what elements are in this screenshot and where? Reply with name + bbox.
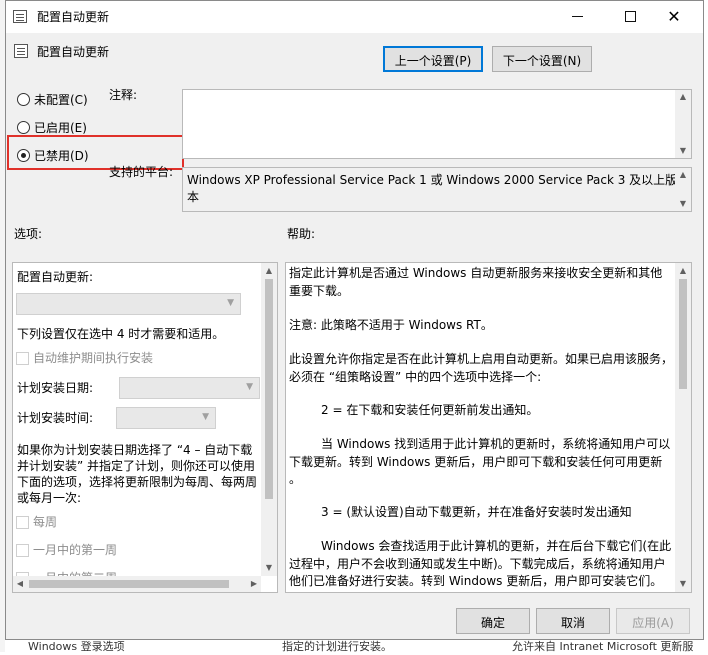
scroll-down-icon[interactable]: ▼ bbox=[675, 145, 691, 157]
first-week-checkbox[interactable] bbox=[16, 544, 29, 557]
help-p7-line3: 他们已准备好进行安装。转到 Windows 更新后，用户即可安装它们。 bbox=[289, 574, 663, 588]
help-label: 帮助: bbox=[287, 227, 316, 241]
scroll-up-icon[interactable]: ▲ bbox=[675, 91, 691, 103]
options-desc-1: 如果你为计划安装日期选择了 “4 – 自动下载 bbox=[17, 443, 253, 457]
help-p2: 注意: 此策略不适用于 Windows RT。 bbox=[289, 318, 493, 332]
setting-icon bbox=[14, 44, 28, 58]
schedule-time-label: 计划安装时间: bbox=[17, 411, 94, 425]
cancel-button[interactable]: 取消 bbox=[536, 608, 610, 634]
help-p6: 3 = (默认设置)自动下载更新，并在准备好安装时发出通知 bbox=[321, 505, 632, 519]
options-label: 选项: bbox=[14, 227, 43, 241]
background-left-item: Windows 登录选项 bbox=[28, 640, 125, 653]
previous-setting-button[interactable]: 上一个设置(P) bbox=[383, 46, 483, 72]
policy-dialog: 配置自动更新 ✕ 配置自动更新 上一个设置(P) 下一个设置(N) 未配置(C)… bbox=[5, 0, 704, 640]
options-desc-3: 下面的选项，选择将更新限制为每周、每两周 bbox=[17, 475, 258, 489]
radio-not-configured[interactable]: 未配置(C) bbox=[16, 91, 116, 109]
comment-label: 注释: bbox=[109, 88, 138, 102]
weekly-checkbox[interactable] bbox=[16, 516, 29, 529]
chevron-down-icon: ▼ bbox=[227, 298, 234, 308]
scroll-thumb[interactable] bbox=[265, 279, 273, 499]
chevron-down-icon: ▼ bbox=[202, 412, 209, 422]
window-title: 配置自动更新 bbox=[37, 10, 110, 24]
maximize-icon[interactable] bbox=[618, 5, 642, 29]
help-pane: 指定此计算机是否通过 Windows 自动更新服务来接收安全更新和其他 重要下载… bbox=[285, 262, 692, 593]
supported-line-1: Windows XP Professional Service Pack 1 或… bbox=[187, 173, 678, 187]
maintenance-label: 自动维护期间执行安装 bbox=[33, 351, 154, 365]
scroll-up-icon[interactable]: ▲ bbox=[675, 169, 691, 181]
help-p7-line2: 过程中，用户不会收到通知或发生中断)。下载完成后，系统将通知用户 bbox=[289, 557, 666, 571]
schedule-time-dropdown[interactable]: ▼ bbox=[116, 407, 216, 429]
help-p5-line1: 当 Windows 找到适用于此计算机的更新时，系统将通知用户可以 bbox=[321, 437, 671, 451]
scroll-down-icon[interactable]: ▼ bbox=[261, 562, 277, 574]
comment-textarea[interactable]: ▲ ▼ bbox=[182, 89, 692, 159]
options-vscroll[interactable]: ▲ ▼ bbox=[261, 263, 277, 576]
scroll-down-icon[interactable]: ▼ bbox=[675, 198, 691, 210]
minimize-icon[interactable] bbox=[566, 5, 590, 29]
scroll-thumb[interactable] bbox=[679, 279, 687, 389]
radio-not-configured-label: 未配置(C) bbox=[34, 93, 88, 107]
radio-enabled-label: 已启用(E) bbox=[34, 121, 87, 135]
maintenance-checkbox[interactable] bbox=[16, 352, 29, 365]
first-week-label: 一月中的第一周 bbox=[33, 543, 118, 557]
weekly-label: 每周 bbox=[33, 515, 58, 529]
hscroll-thumb[interactable] bbox=[29, 580, 229, 588]
supported-scrollbar[interactable]: ▲ ▼ bbox=[675, 168, 691, 211]
background-right-text: 允许来自 Intranet Microsoft 更新服 bbox=[512, 640, 694, 653]
help-p1-line2: 重要下载。 bbox=[289, 284, 350, 298]
policy-name: 配置自动更新 bbox=[37, 45, 110, 59]
help-p4: 2 = 在下载和安装任何更新前发出通知。 bbox=[321, 403, 539, 417]
apply-button[interactable]: 应用(A) bbox=[616, 608, 690, 634]
help-vscroll[interactable]: ▲ ▼ bbox=[675, 263, 691, 592]
configure-label: 配置自动更新: bbox=[17, 270, 94, 284]
scroll-left-icon[interactable]: ◀ bbox=[14, 578, 26, 590]
close-icon[interactable]: ✕ bbox=[662, 5, 686, 29]
background-middle-text: 指定的计划进行安装。 bbox=[282, 640, 392, 653]
configure-dropdown[interactable]: ▼ bbox=[16, 293, 241, 315]
options-hscroll[interactable]: ◀ ▶ bbox=[13, 576, 261, 592]
title-bar[interactable]: 配置自动更新 ✕ bbox=[6, 1, 703, 33]
options-pane: 配置自动更新: ▼ 下列设置仅在选中 4 时才需要和适用。 自动维护期间执行安装… bbox=[12, 262, 278, 593]
help-p1-line1: 指定此计算机是否通过 Windows 自动更新服务来接收安全更新和其他 bbox=[289, 266, 663, 280]
radio-not-configured-circle[interactable] bbox=[17, 93, 30, 106]
help-p3-line1: 此设置允许你指定是否在此计算机上启用自动更新。如果已启用该服务， bbox=[289, 352, 674, 366]
supported-label: 支持的平台: bbox=[109, 165, 174, 179]
help-p7-line1: Windows 会查找适用于此计算机的更新，并在后台下载它们(在此 bbox=[321, 539, 672, 553]
help-p5-line2: 下载更新。转到 Windows 更新后，用户即可下载和安装任何可用更新 bbox=[289, 455, 663, 469]
options-desc-2: 并计划安装” 并指定了计划，则你还可以使用 bbox=[17, 459, 256, 473]
options-note: 下列设置仅在选中 4 时才需要和适用。 bbox=[17, 327, 225, 341]
comment-scrollbar[interactable]: ▲ ▼ bbox=[675, 90, 691, 158]
help-p5-line3: 。 bbox=[289, 472, 302, 486]
supported-box: Windows XP Professional Service Pack 1 或… bbox=[182, 167, 692, 212]
schedule-day-label: 计划安装日期: bbox=[17, 381, 94, 395]
next-setting-button[interactable]: 下一个设置(N) bbox=[492, 46, 592, 72]
scroll-up-icon[interactable]: ▲ bbox=[675, 265, 691, 277]
policy-icon bbox=[13, 10, 27, 23]
chevron-down-icon: ▼ bbox=[246, 382, 253, 392]
help-p3-line2: 必须在 “组策略设置” 中的四个选项中选择一个: bbox=[289, 370, 542, 384]
schedule-day-dropdown[interactable]: ▼ bbox=[119, 377, 260, 399]
scroll-right-icon[interactable]: ▶ bbox=[248, 578, 260, 590]
scroll-down-icon[interactable]: ▼ bbox=[675, 578, 691, 590]
scroll-up-icon[interactable]: ▲ bbox=[261, 265, 277, 277]
supported-line-2: 本 bbox=[187, 190, 200, 204]
radio-enabled-circle[interactable] bbox=[17, 121, 30, 134]
ok-button[interactable]: 确定 bbox=[456, 608, 530, 634]
options-desc-4: 或每月一次: bbox=[17, 491, 82, 505]
